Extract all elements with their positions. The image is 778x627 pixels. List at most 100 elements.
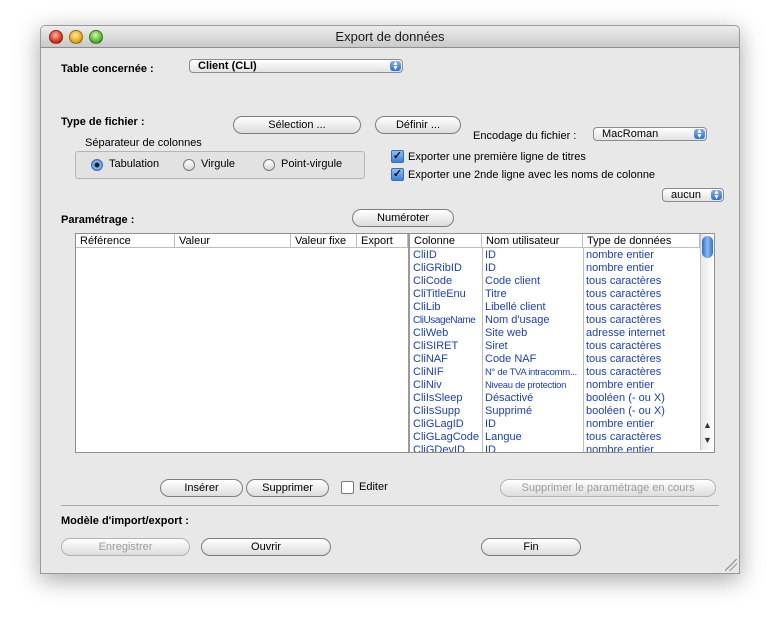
cell-colonne: CliGLagCode	[413, 431, 480, 443]
settings-label: Paramétrage :	[61, 214, 135, 226]
number-button[interactable]: Numéroter	[352, 209, 454, 227]
cell-colonne: CliTitleEnu	[413, 288, 466, 300]
cell-colonne: CliLib	[413, 301, 441, 313]
encoding-select[interactable]: MacRoman ▲ ▼	[593, 127, 707, 141]
cell-colonne: CliID	[413, 249, 437, 261]
cell-colonne: CliSIRET	[413, 340, 459, 352]
cell-nom-utilisateur: Niveau de protection	[485, 380, 567, 391]
table-row[interactable]: CliLib Libellé client tous caractères	[411, 301, 701, 314]
table-scrollbar[interactable]: ▲ ▼	[700, 234, 714, 450]
table-row[interactable]: CliGLagID ID nombre entier	[411, 418, 701, 431]
chevron-updown-icon: ▲ ▼	[694, 128, 705, 140]
table-row[interactable]: CliID ID nombre entier	[411, 249, 701, 262]
table-row[interactable]: CliGLagCode Langue tous caractères	[411, 431, 701, 444]
resize-grip-icon[interactable]	[725, 559, 737, 571]
separator-label: Séparateur de colonnes	[85, 137, 202, 149]
table-row[interactable]: CliWeb Site web adresse internet	[411, 327, 701, 340]
scroll-down-icon[interactable]: ▼	[703, 435, 712, 445]
cell-type-donnees: tous caractères	[586, 288, 662, 300]
cell-nom-utilisateur: Désactivé	[485, 392, 534, 404]
cell-type-donnees: tous caractères	[586, 431, 662, 443]
radio-tabulation-label: Tabulation	[109, 158, 160, 170]
cell-colonne: CliIsSupp	[413, 405, 461, 417]
cell-nom-utilisateur: ID	[485, 249, 496, 261]
radio-point-virgule[interactable]	[263, 159, 275, 171]
title-bar: Export de données	[41, 26, 739, 48]
cell-colonne: CliNIF	[413, 366, 444, 378]
file-type-label: Type de fichier :	[61, 116, 145, 128]
selection-button[interactable]: Sélection ...	[233, 116, 361, 134]
cell-type-donnees: tous caractères	[586, 353, 662, 365]
radio-point-virgule-label: Point-virgule	[281, 158, 343, 170]
encoding-select-value: MacRoman	[602, 128, 659, 140]
col-header-reference[interactable]: Référence	[76, 234, 175, 248]
cell-nom-utilisateur: ID	[485, 444, 496, 453]
aucun-select[interactable]: aucun ▲ ▼	[662, 188, 724, 202]
col-header-valeur-fixe[interactable]: Valeur fixe	[291, 234, 357, 248]
table-row[interactable]: CliSIRET Siret tous caractères	[411, 340, 701, 353]
end-button[interactable]: Fin	[481, 538, 581, 556]
col-header-type-donnees[interactable]: Type de données	[583, 234, 700, 248]
table-row[interactable]: CliGDevID ID nombre entier	[411, 444, 701, 453]
table-row[interactable]: CliNIF N° de TVA intracomm... tous caractè…	[411, 366, 701, 379]
export-titles-label: Exporter une première ligne de titres	[408, 151, 586, 163]
insert-button[interactable]: Insérer	[160, 479, 243, 497]
cell-nom-utilisateur: Siret	[485, 340, 508, 352]
col-header-valeur[interactable]: Valeur	[175, 234, 291, 248]
col-header-export[interactable]: Export	[357, 234, 408, 248]
table-row[interactable]: CliNiv Niveau de protection nombre entier	[411, 379, 701, 392]
encoding-label: Encodage du fichier :	[473, 130, 577, 142]
cell-type-donnees: nombre entier	[586, 418, 654, 430]
cell-colonne: CliGRibID	[413, 262, 462, 274]
scrollbar-thumb[interactable]	[702, 236, 713, 258]
cell-nom-utilisateur: Code NAF	[485, 353, 537, 365]
cell-nom-utilisateur: Supprimé	[485, 405, 533, 417]
cell-colonne: CliNiv	[413, 379, 442, 391]
radio-tabulation[interactable]	[91, 159, 103, 171]
open-button[interactable]: Ouvrir	[201, 538, 331, 556]
col-header-nom-utilisateur[interactable]: Nom utilisateur	[482, 234, 583, 248]
table-row[interactable]: CliUsageName Nom d'usage tous caractères	[411, 314, 701, 327]
table-divider	[408, 234, 410, 452]
cell-colonne: CliUsageName	[413, 315, 476, 326]
export-colnames-checkbox[interactable]: ✓	[391, 168, 404, 181]
cell-type-donnees: nombre entier	[586, 262, 654, 274]
cell-type-donnees: adresse internet	[586, 327, 665, 339]
cell-nom-utilisateur: Libellé client	[485, 301, 546, 313]
cell-type-donnees: booléen (- ou X)	[586, 392, 665, 404]
export-window: Export de données Table concernée : Clie…	[40, 25, 740, 574]
table-select[interactable]: Client (CLI) ▲ ▼	[189, 59, 403, 73]
table-row[interactable]: CliIsSleep Désactivé booléen (- ou X)	[411, 392, 701, 405]
save-button[interactable]: Enregistrer	[61, 538, 190, 556]
table-label: Table concernée :	[61, 63, 154, 75]
cell-type-donnees: tous caractères	[586, 340, 662, 352]
cell-colonne: CliCode	[413, 275, 453, 287]
table-row[interactable]: CliNAF Code NAF tous caractères	[411, 353, 701, 366]
table-row[interactable]: CliTitleEnu Titre tous caractères	[411, 288, 701, 301]
cell-nom-utilisateur: Site web	[485, 327, 528, 339]
col-header-colonne[interactable]: Colonne	[410, 234, 482, 248]
edit-checkbox[interactable]	[341, 481, 354, 494]
cell-type-donnees: nombre entier	[586, 444, 654, 453]
cell-nom-utilisateur: Titre	[485, 288, 507, 300]
cell-type-donnees: booléen (- ou X)	[586, 405, 665, 417]
export-colnames-label: Exporter une 2nde ligne avec les noms de…	[408, 169, 656, 181]
cell-colonne: CliGLagID	[413, 418, 464, 430]
export-titles-checkbox[interactable]: ✓	[391, 150, 404, 163]
cell-type-donnees: tous caractères	[586, 314, 662, 326]
table-row[interactable]: CliGRibID ID nombre entier	[411, 262, 701, 275]
cell-nom-utilisateur: N° de TVA intracomm...	[485, 367, 577, 378]
edit-label: Editer	[359, 481, 388, 493]
cell-colonne: CliWeb	[413, 327, 449, 339]
table-row[interactable]: CliCode Code client tous caractères	[411, 275, 701, 288]
settings-table[interactable]: Référence Valeur Valeur fixe Export Colo…	[75, 233, 715, 453]
delete-button[interactable]: Supprimer	[246, 479, 329, 497]
delete-settings-button[interactable]: Supprimer le paramétrage en cours	[500, 479, 716, 497]
cell-nom-utilisateur: Code client	[485, 275, 541, 287]
radio-virgule[interactable]	[183, 159, 195, 171]
define-button[interactable]: Définir ...	[375, 116, 461, 134]
table-row[interactable]: CliIsSupp Supprimé booléen (- ou X)	[411, 405, 701, 418]
scroll-up-icon[interactable]: ▲	[703, 420, 712, 430]
aucun-select-value: aucun	[671, 189, 701, 201]
separator-group: Tabulation Virgule Point-virgule	[75, 151, 365, 179]
